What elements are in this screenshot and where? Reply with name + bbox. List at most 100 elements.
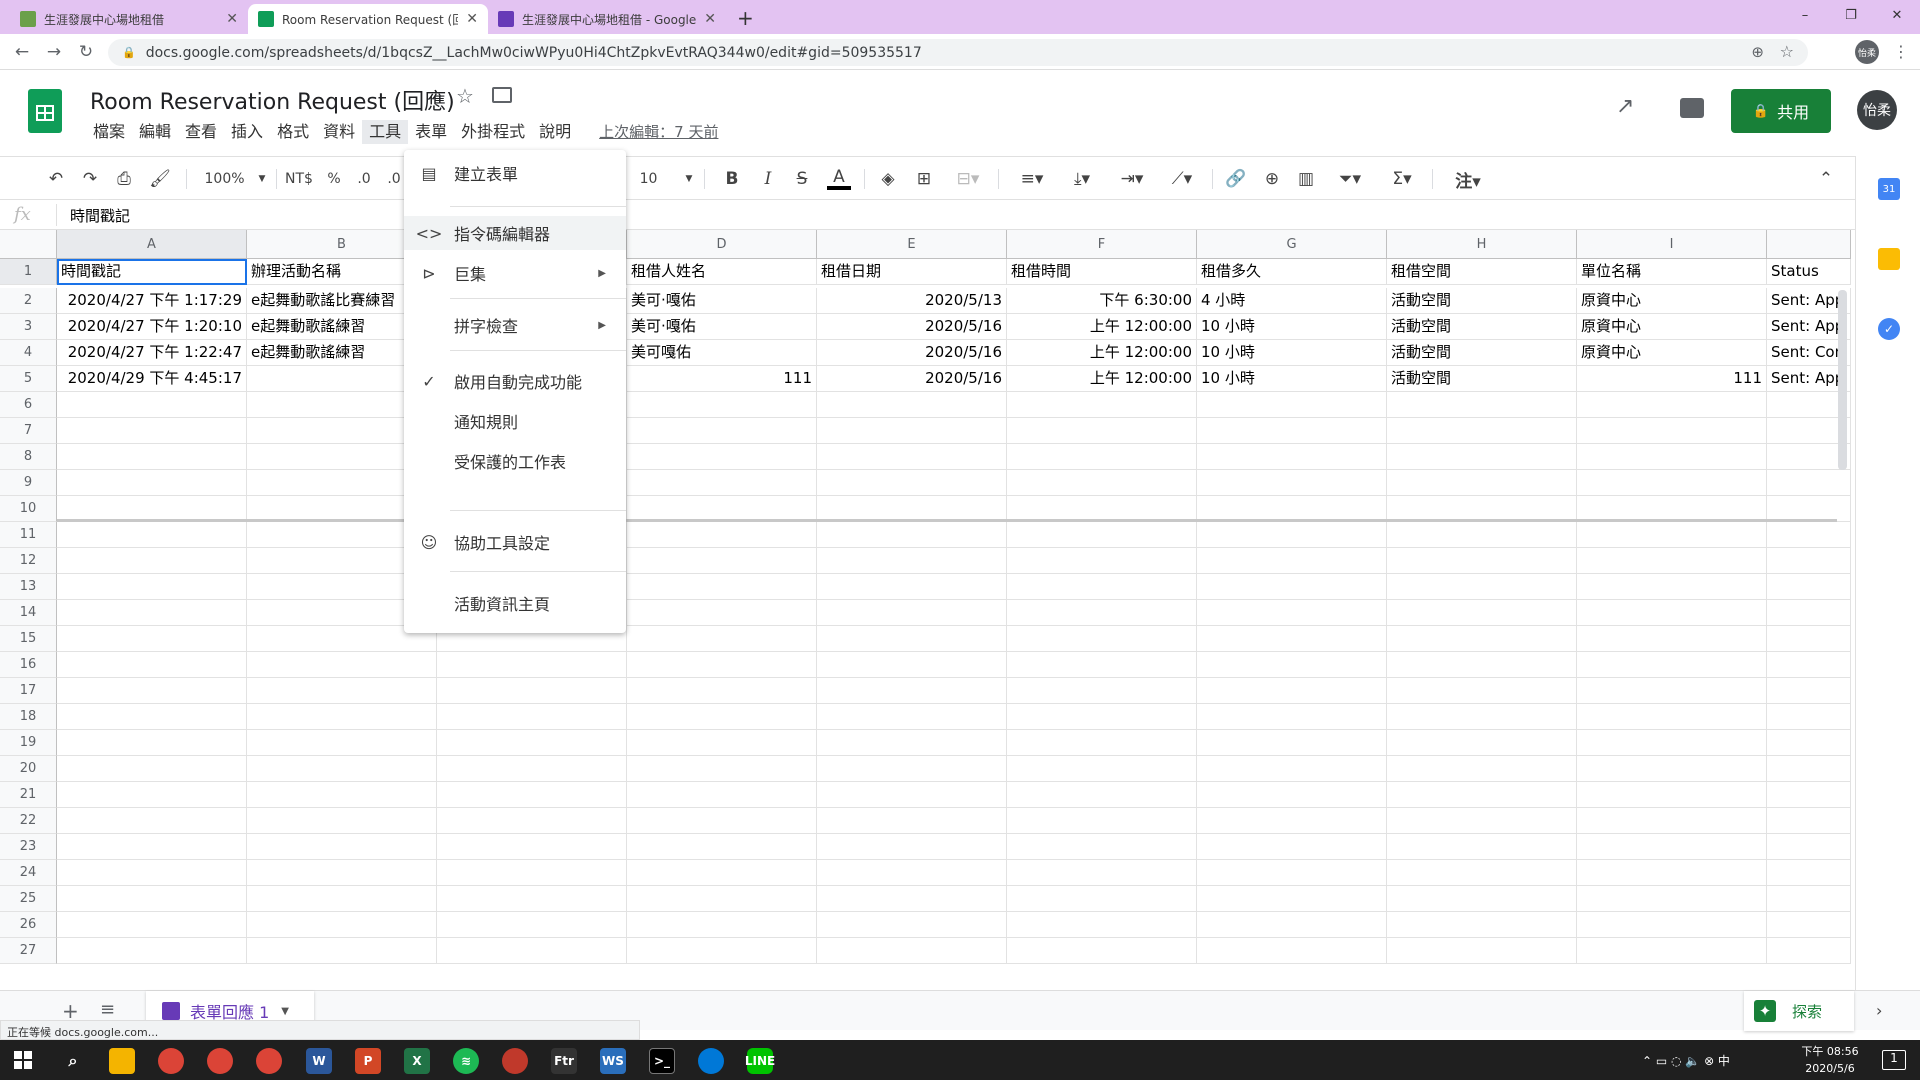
table-cell[interactable]	[1767, 912, 1851, 938]
table-cell[interactable]	[817, 600, 1007, 626]
terminal-icon[interactable]: >_	[649, 1048, 675, 1074]
table-cell[interactable]	[1007, 782, 1197, 808]
table-cell[interactable]	[57, 704, 247, 730]
table-cell[interactable]: 10 小時	[1197, 366, 1387, 392]
star-icon[interactable]: ☆	[456, 84, 474, 108]
table-cell[interactable]	[1007, 600, 1197, 626]
table-cell[interactable]: 上午 12:00:00	[1007, 314, 1197, 340]
table-cell[interactable]	[1197, 626, 1387, 652]
table-cell[interactable]	[247, 834, 437, 860]
table-cell[interactable]	[627, 444, 817, 470]
table-cell[interactable]	[437, 860, 627, 886]
menu-item-autocomplete[interactable]: ✓ 啟用自動完成功能	[404, 364, 626, 398]
file-explorer-icon[interactable]	[109, 1048, 135, 1074]
table-cell[interactable]: 2020/5/16	[817, 340, 1007, 366]
table-cell[interactable]	[627, 704, 817, 730]
share-button[interactable]: 🔒 共用	[1731, 89, 1831, 133]
table-cell[interactable]	[247, 730, 437, 756]
table-cell[interactable]	[57, 782, 247, 808]
table-cell[interactable]	[1007, 886, 1197, 912]
table-cell[interactable]	[1577, 470, 1767, 496]
insert-chart-icon[interactable]: ▥	[1294, 167, 1318, 191]
menu-help[interactable]: 說明	[532, 120, 578, 144]
table-cell[interactable]	[1007, 522, 1197, 548]
table-cell[interactable]	[1387, 756, 1577, 782]
table-cell[interactable]	[817, 834, 1007, 860]
table-cell[interactable]	[437, 834, 627, 860]
row-header[interactable]: 18	[0, 704, 57, 730]
vertical-align-icon[interactable]: ⤓▾	[1062, 167, 1102, 191]
menu-file[interactable]: 檔案	[86, 120, 132, 144]
table-cell[interactable]	[247, 782, 437, 808]
table-cell[interactable]	[1007, 678, 1197, 704]
table-cell[interactable]	[437, 808, 627, 834]
activity-trend-icon[interactable]: ↗	[1616, 94, 1634, 119]
table-cell[interactable]	[1387, 860, 1577, 886]
column-header[interactable]: A	[57, 230, 247, 259]
table-cell[interactable]	[57, 730, 247, 756]
row-header[interactable]: 17	[0, 678, 57, 704]
row-header[interactable]: 9	[0, 470, 57, 496]
vertical-scrollbar[interactable]	[1838, 290, 1847, 470]
currency-format-button[interactable]: NT$	[282, 167, 316, 191]
row-header[interactable]: 13	[0, 574, 57, 600]
row-header[interactable]: 5	[0, 366, 57, 392]
table-cell[interactable]	[1767, 756, 1851, 782]
table-cell[interactable]: 2020/4/27 下午 1:22:47	[57, 340, 247, 366]
insert-link-icon[interactable]: 🔗	[1224, 167, 1248, 191]
row-header[interactable]: 16	[0, 652, 57, 678]
table-cell[interactable]	[1387, 912, 1577, 938]
table-cell[interactable]	[57, 444, 247, 470]
table-cell[interactable]	[817, 574, 1007, 600]
table-cell[interactable]	[1767, 782, 1851, 808]
table-cell[interactable]	[1387, 600, 1577, 626]
table-cell[interactable]	[1197, 652, 1387, 678]
horizontal-align-icon[interactable]: ≡▾	[1012, 167, 1052, 191]
select-all-corner[interactable]	[0, 230, 57, 259]
table-cell[interactable]	[247, 756, 437, 782]
menu-insert[interactable]: 插入	[224, 120, 270, 144]
table-cell[interactable]	[817, 886, 1007, 912]
text-color-icon[interactable]: A	[826, 167, 852, 191]
table-cell[interactable]	[57, 626, 247, 652]
url-input[interactable]: 🔒 docs.google.com/spreadsheets/d/1bqcsZ_…	[108, 39, 1808, 66]
table-cell[interactable]	[817, 626, 1007, 652]
clock[interactable]: 下午 08:56 2020/5/6	[1790, 1043, 1870, 1077]
table-cell[interactable]	[1007, 574, 1197, 600]
table-cell[interactable]	[247, 912, 437, 938]
table-cell[interactable]	[1007, 912, 1197, 938]
table-cell[interactable]	[1577, 730, 1767, 756]
table-cell[interactable]: 111	[1577, 366, 1767, 392]
table-cell[interactable]	[1007, 730, 1197, 756]
table-cell[interactable]: 租借時間	[1007, 259, 1197, 285]
table-cell[interactable]	[1387, 418, 1577, 444]
table-cell[interactable]: 原資中心	[1577, 340, 1767, 366]
table-cell[interactable]	[1197, 522, 1387, 548]
menu-item-accessibility[interactable]: ☺ 協助工具設定	[404, 525, 626, 559]
table-cell[interactable]	[1577, 652, 1767, 678]
zoom-icon[interactable]: ⊕	[1751, 43, 1764, 61]
table-cell[interactable]	[1007, 704, 1197, 730]
row-header[interactable]: 27	[0, 938, 57, 964]
all-sheets-button[interactable]: ≡	[100, 999, 115, 1020]
notification-center-icon[interactable]: 1	[1882, 1050, 1906, 1070]
table-cell[interactable]: 租借日期	[817, 259, 1007, 285]
table-cell[interactable]	[1577, 808, 1767, 834]
decrease-decimal-button[interactable]: .0	[352, 167, 376, 191]
menu-item-notification-rules[interactable]: 通知規則	[404, 404, 626, 438]
app-icon[interactable]	[502, 1048, 528, 1074]
table-cell[interactable]	[817, 730, 1007, 756]
excel-icon[interactable]: X	[404, 1048, 430, 1074]
table-cell[interactable]: 原資中心	[1577, 288, 1767, 314]
column-header[interactable]: H	[1387, 230, 1577, 259]
table-cell[interactable]	[1007, 548, 1197, 574]
table-cell[interactable]	[1387, 782, 1577, 808]
table-cell[interactable]	[57, 600, 247, 626]
table-cell[interactable]	[247, 860, 437, 886]
table-cell[interactable]: Status	[1767, 259, 1851, 285]
table-cell[interactable]	[1767, 470, 1851, 496]
table-cell[interactable]: 2020/5/16	[817, 366, 1007, 392]
table-cell[interactable]	[817, 912, 1007, 938]
table-cell[interactable]	[1007, 652, 1197, 678]
table-cell[interactable]	[1387, 652, 1577, 678]
